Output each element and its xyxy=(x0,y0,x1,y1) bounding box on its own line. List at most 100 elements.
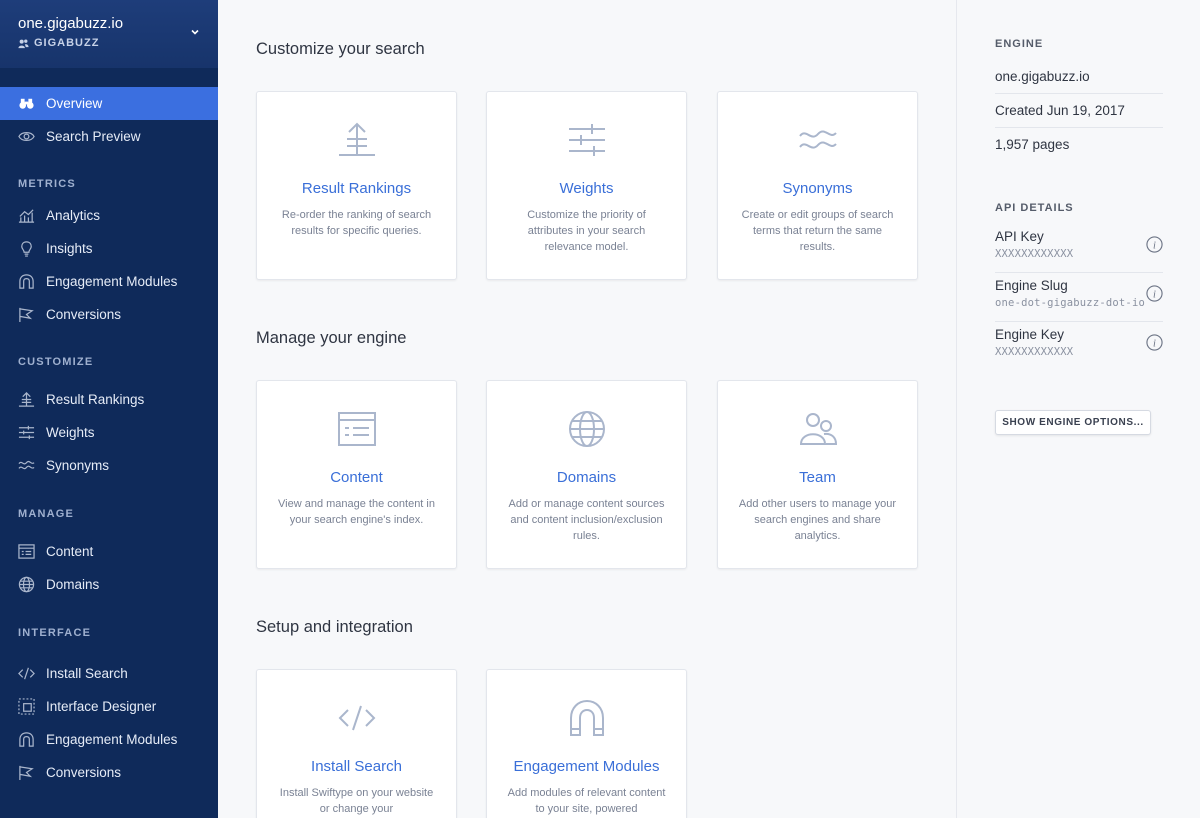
account-org-label: GIGABUZZ xyxy=(34,37,100,49)
users-icon xyxy=(18,39,29,48)
engine-heading: ENGINE xyxy=(995,38,1044,50)
api-key-value[interactable]: XXXXXXXXXXXX xyxy=(995,248,1073,260)
show-engine-options-button[interactable]: SHOW ENGINE OPTIONS... xyxy=(995,410,1151,435)
sidebar-item-engagement-modules[interactable]: Engagement Modules xyxy=(0,265,218,298)
rankings-icon xyxy=(339,122,375,156)
svg-text:i: i xyxy=(1153,338,1156,349)
chevron-down-icon[interactable] xyxy=(190,27,200,37)
sidebar-item-label: Search Preview xyxy=(46,129,141,144)
code-icon xyxy=(338,705,376,731)
sidebar: one.gigabuzz.io GIGABUZZ Overview Search… xyxy=(0,0,218,818)
sidebar-item-label: Engagement Modules xyxy=(46,732,178,747)
card-title: Synonyms xyxy=(782,180,853,197)
sliders-icon xyxy=(18,425,35,440)
card-title: Domains xyxy=(556,469,617,486)
layout-icon xyxy=(18,698,35,715)
eye-icon xyxy=(18,131,35,142)
sidebar-item-label: Domains xyxy=(46,577,100,592)
sidebar-item-overview[interactable]: Overview xyxy=(0,87,218,120)
sidebar-item-analytics[interactable]: Analytics xyxy=(0,199,218,232)
card-content[interactable]: Content View and manage the content in y… xyxy=(256,380,457,569)
card-install-search[interactable]: Install Search Install Swiftype on your … xyxy=(256,669,457,818)
waves-icon xyxy=(18,460,35,470)
info-icon[interactable]: i xyxy=(1146,285,1163,302)
sidebar-item-domains[interactable]: Domains xyxy=(0,568,218,601)
sidebar-item-label: Install Search xyxy=(46,666,128,681)
card-engagement-modules[interactable]: Engagement Modules Add modules of releva… xyxy=(486,669,687,818)
account-name: one.gigabuzz.io xyxy=(18,15,124,32)
magnet-icon xyxy=(19,732,34,747)
section-title-manage: Manage your engine xyxy=(256,329,407,347)
binoculars-icon xyxy=(19,98,34,109)
globe-icon xyxy=(569,411,605,447)
sidebar-item-label: Weights xyxy=(46,425,95,440)
engine-slug-label: Engine Slug xyxy=(995,278,1068,293)
api-details-heading: API DETAILS xyxy=(995,202,1074,214)
list-icon xyxy=(338,412,376,446)
engine-pages: 1,957 pages xyxy=(995,137,1070,152)
card-title: Result Rankings xyxy=(301,180,412,197)
account-org: GIGABUZZ xyxy=(18,37,200,49)
card-description: Create or edit groups of search terms th… xyxy=(741,209,894,253)
sliders-icon xyxy=(569,124,605,156)
lightbulb-icon xyxy=(21,241,32,257)
sidebar-item-label: Result Rankings xyxy=(46,392,145,407)
engine-key-value[interactable]: XXXXXXXXXXXX xyxy=(995,346,1073,358)
engine-key-label: Engine Key xyxy=(995,327,1065,342)
sidebar-item-label: Overview xyxy=(46,96,103,111)
api-key-label: API Key xyxy=(995,229,1044,244)
sidebar-item-label: Conversions xyxy=(46,765,122,780)
sidebar-item-install-search[interactable]: Install Search xyxy=(0,657,218,690)
sidebar-item-label: Conversions xyxy=(46,307,122,322)
flag-icon xyxy=(19,765,34,781)
sidebar-item-conversions[interactable]: Conversions xyxy=(0,298,218,331)
card-domains[interactable]: Domains Add or manage content sources an… xyxy=(486,380,687,569)
magnet-icon xyxy=(570,699,604,736)
sidebar-item-insights[interactable]: Insights xyxy=(0,232,218,265)
waves-icon xyxy=(799,130,837,149)
card-weights[interactable]: Weights Customize the priority of attrib… xyxy=(486,91,687,280)
sidebar-item-label: Interface Designer xyxy=(46,699,157,714)
svg-text:i: i xyxy=(1153,289,1156,300)
engine-details-panel: ENGINE one.gigabuzz.io Created Jun 19, 2… xyxy=(956,0,1200,818)
engine-created: Created Jun 19, 2017 xyxy=(995,94,1163,128)
engine-name: one.gigabuzz.io xyxy=(995,60,1163,94)
sidebar-item-label: Synonyms xyxy=(46,458,110,473)
sidebar-item-content[interactable]: Content xyxy=(0,535,218,568)
sidebar-item-conversions-2[interactable]: Conversions xyxy=(0,756,218,789)
engine-slug-row: Engine Slug one-dot-gigabuzz-dot-io i xyxy=(995,273,1163,322)
card-title: Install Search xyxy=(311,758,402,775)
card-description: Customize the priority of attributes in … xyxy=(527,209,646,253)
account-switcher[interactable]: one.gigabuzz.io GIGABUZZ xyxy=(0,0,218,68)
flag-icon xyxy=(19,307,34,323)
sidebar-item-engagement-modules-2[interactable]: Engagement Modules xyxy=(0,723,218,756)
card-description: Add modules of relevant content to your … xyxy=(507,787,666,815)
section-title-setup: Setup and integration xyxy=(256,618,413,636)
card-result-rankings[interactable]: Result Rankings Re-order the ranking of … xyxy=(256,91,457,280)
sidebar-item-interface-designer[interactable]: Interface Designer xyxy=(0,690,218,723)
card-team[interactable]: Team Add other users to manage your sear… xyxy=(717,380,918,569)
card-title: Content xyxy=(330,469,383,486)
globe-icon xyxy=(18,576,35,593)
sidebar-nav: Overview Search Preview METRICS Analytic… xyxy=(0,68,218,789)
sidebar-section-customize: CUSTOMIZE xyxy=(18,356,94,368)
sidebar-item-search-preview[interactable]: Search Preview xyxy=(0,120,218,153)
engine-slug-value[interactable]: one-dot-gigabuzz-dot-io xyxy=(995,297,1145,309)
api-key-row: API Key XXXXXXXXXXXX i xyxy=(995,224,1163,273)
sidebar-section-interface: INTERFACE xyxy=(18,627,92,639)
card-description: Install Swiftype on your website or chan… xyxy=(279,787,434,815)
card-synonyms[interactable]: Synonyms Create or edit groups of search… xyxy=(717,91,918,280)
card-description: Add or manage content sources and conten… xyxy=(508,498,665,542)
sidebar-item-label: Insights xyxy=(46,241,93,256)
info-icon[interactable]: i xyxy=(1146,334,1163,351)
sidebar-item-weights[interactable]: Weights xyxy=(0,416,218,449)
users-icon xyxy=(799,413,838,445)
sidebar-section-manage: MANAGE xyxy=(18,508,75,520)
sidebar-item-result-rankings[interactable]: Result Rankings xyxy=(0,383,218,416)
section-title-customize: Customize your search xyxy=(256,40,425,58)
card-title: Weights xyxy=(559,180,614,197)
info-icon[interactable]: i xyxy=(1146,236,1163,253)
sidebar-item-synonyms[interactable]: Synonyms xyxy=(0,449,218,482)
list-icon xyxy=(18,544,35,559)
card-description: Re-order the ranking of search results f… xyxy=(281,209,432,237)
